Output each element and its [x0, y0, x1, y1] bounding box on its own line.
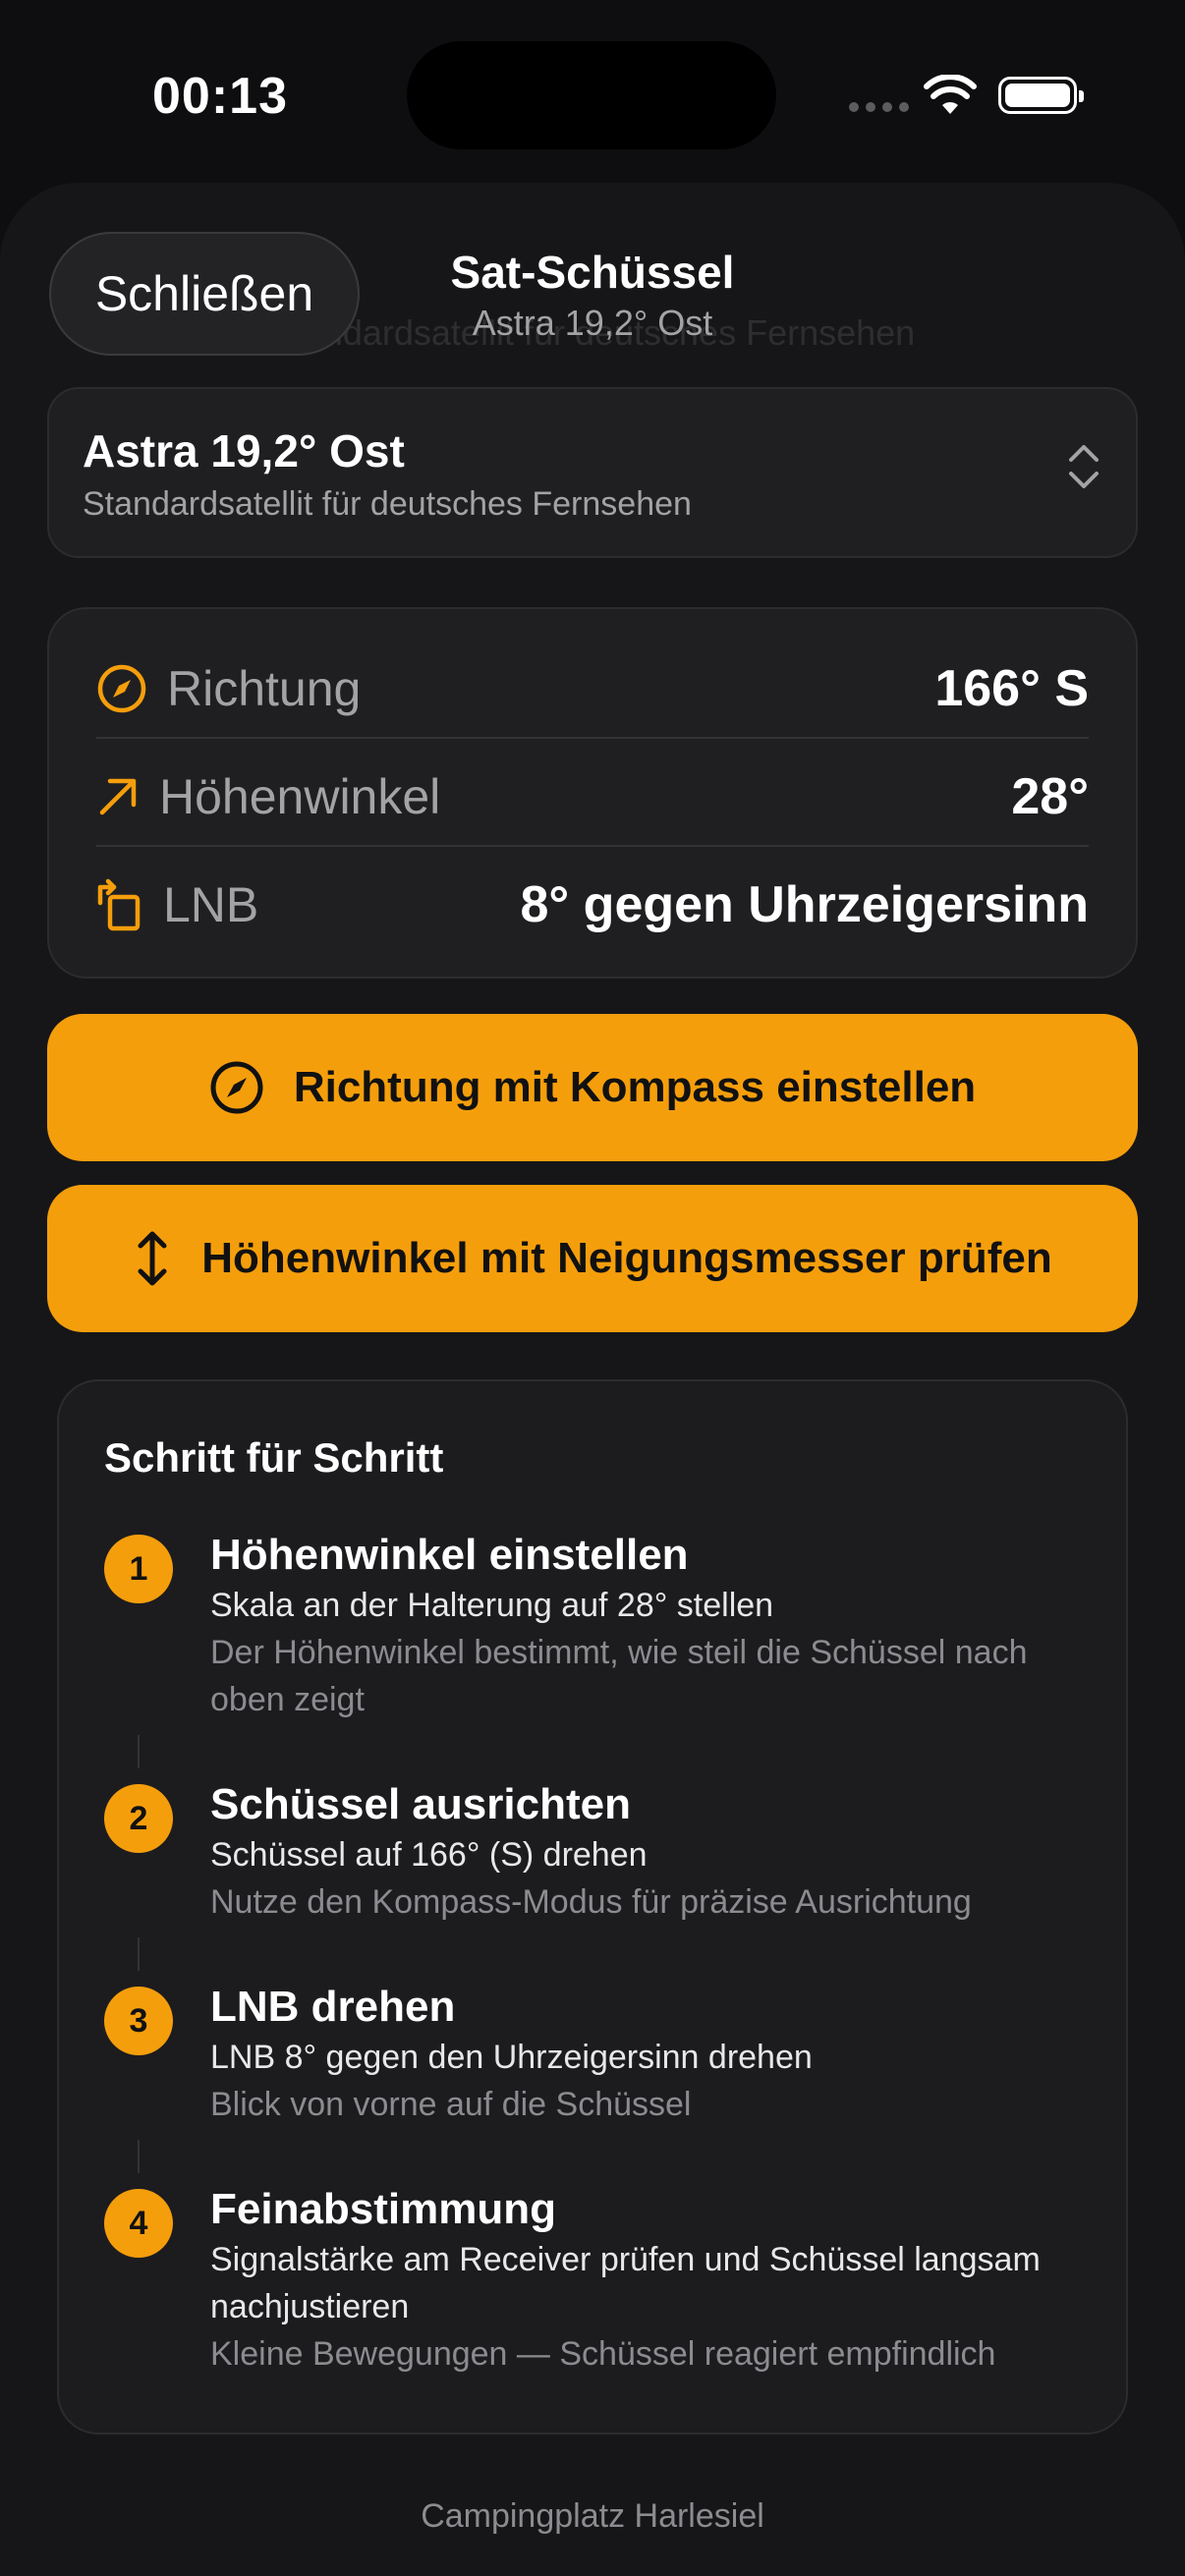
- page-title: Sat-Schüssel: [450, 247, 735, 298]
- step-title: Höhenwinkel einstellen: [210, 1531, 689, 1579]
- satellite-name: Astra 19,2° Ost: [83, 425, 405, 476]
- step-item: 4 Feinabstimmung Signalstärke am Receive…: [104, 2183, 1087, 2399]
- compass-icon: [210, 1061, 263, 1114]
- arrow-up-right-icon: [99, 778, 137, 815]
- divider: [96, 737, 1089, 739]
- step-item: 2 Schüssel ausrichten Schüssel auf 166° …: [104, 1778, 1087, 1935]
- value-row-elevation: Höhenwinkel 28°: [96, 743, 1089, 851]
- step-connector: [138, 1937, 140, 1971]
- compass-icon: [97, 664, 146, 713]
- battery-icon: [998, 77, 1084, 114]
- value-text: 166° S: [934, 660, 1089, 717]
- value-label: Richtung: [167, 661, 362, 716]
- value-label: LNB: [163, 877, 259, 932]
- step-title: LNB drehen: [210, 1983, 456, 2031]
- alignment-values-card: Richtung 166° S Höhenwinkel 28° LNB 8° g…: [47, 607, 1138, 979]
- step-number: 1: [104, 1535, 173, 1603]
- step-item: 1 Höhenwinkel einstellen Skala an der Ha…: [104, 1529, 1087, 1725]
- steps-title: Schritt für Schritt: [104, 1434, 444, 1481]
- step-instruction: Schüssel auf 166° (S) drehen: [210, 1836, 648, 1874]
- value-label: Höhenwinkel: [159, 769, 441, 824]
- step-instruction: LNB 8° gegen den Uhrzeigersinn drehen: [210, 2039, 813, 2076]
- step-title: Feinabstimmung: [210, 2185, 557, 2233]
- step-instruction: Skala an der Halterung auf 28° stellen: [210, 1587, 774, 1624]
- satellite-picker[interactable]: Astra 19,2° Ost Standardsatellit für deu…: [47, 387, 1138, 558]
- value-text: 28°: [1011, 768, 1089, 825]
- vertical-arrows-icon: [138, 1231, 167, 1286]
- rotate-icon: [97, 878, 141, 931]
- dynamic-island: [407, 41, 776, 149]
- step-instruction: Signalstärke am Receiver prüfen und Schü…: [210, 2241, 1041, 2325]
- compass-mode-button[interactable]: Richtung mit Kompass einstellen: [47, 1014, 1138, 1161]
- step-hint: Kleine Bewegungen — Schüssel reagiert em…: [210, 2335, 996, 2373]
- divider: [96, 845, 1089, 847]
- step-item: 3 LNB drehen LNB 8° gegen den Uhrzeigers…: [104, 1981, 1087, 2138]
- value-row-lnb: LNB 8° gegen Uhrzeigersinn: [96, 851, 1089, 959]
- inclinometer-label: Höhenwinkel mit Neigungsmesser prüfen: [201, 1234, 1052, 1282]
- chevron-up-down-icon: [1069, 445, 1099, 488]
- status-time: 00:13: [152, 68, 288, 125]
- step-title: Schüssel ausrichten: [210, 1780, 631, 1828]
- step-connector: [138, 1735, 140, 1768]
- value-row-direction: Richtung 166° S: [96, 635, 1089, 743]
- steps-card: Schritt für Schritt 1 Höhenwinkel einste…: [57, 1379, 1128, 2435]
- step-connector: [138, 2140, 140, 2173]
- wifi-icon: [924, 75, 977, 114]
- value-text: 8° gegen Uhrzeigersinn: [520, 876, 1089, 933]
- step-number: 4: [104, 2189, 173, 2258]
- inclinometer-button[interactable]: Höhenwinkel mit Neigungsmesser prüfen: [47, 1185, 1138, 1332]
- step-hint: Blick von vorne auf die Schüssel: [210, 2086, 692, 2123]
- step-hint: Nutze den Kompass-Modus für präzise Ausr…: [210, 1883, 972, 1921]
- step-hint: Der Höhenwinkel bestimmt, wie steil die …: [210, 1634, 1028, 1718]
- step-number: 3: [104, 1987, 173, 2055]
- satellite-description: Standardsatellit für deutsches Fernsehen: [83, 485, 692, 523]
- cellular-signal-icon: [849, 102, 909, 112]
- footer-location: Campingplatz Harlesiel: [421, 2497, 764, 2535]
- step-number: 2: [104, 1784, 173, 1853]
- compass-mode-label: Richtung mit Kompass einstellen: [293, 1063, 977, 1111]
- page-subtitle: Astra 19,2° Ost: [472, 303, 713, 343]
